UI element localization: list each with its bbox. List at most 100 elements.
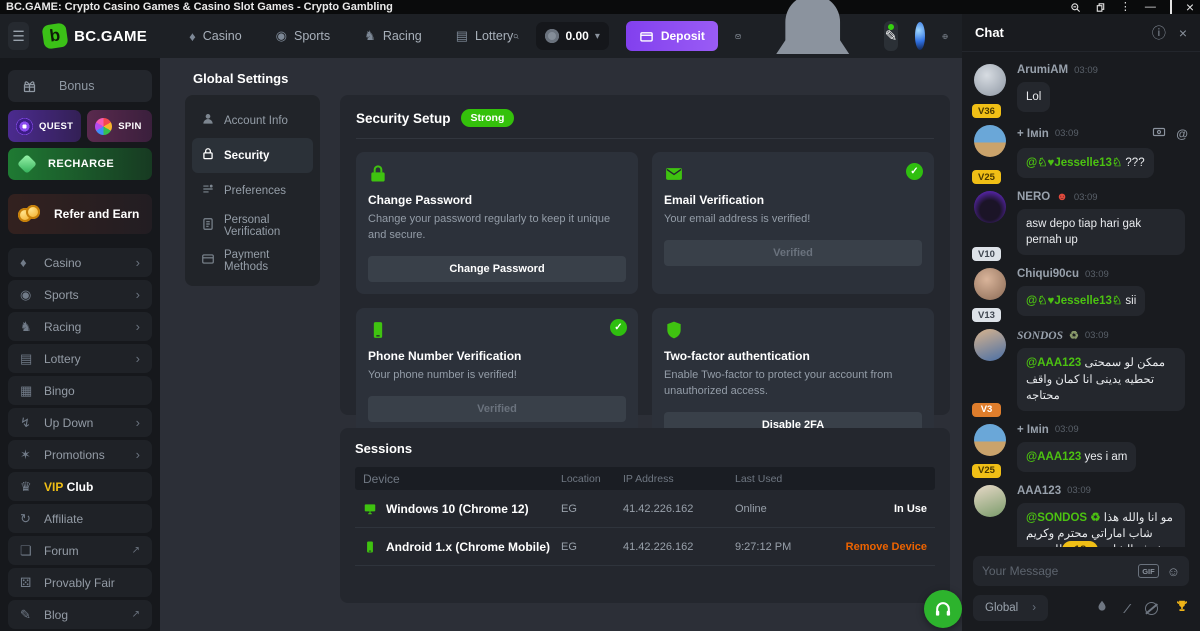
top-nav-sports[interactable]: ◉Sports [276, 28, 330, 44]
card-icon [201, 252, 215, 269]
settings-nav-personal-verification[interactable]: Personal Verification [192, 208, 313, 243]
chat-bubble: @AAA123 ممكن لو سمحتى تحطيه يدينى انا كم… [1017, 348, 1185, 410]
chat-username[interactable]: AAA123 [1017, 485, 1061, 497]
window-close-button[interactable]: × [1186, 0, 1194, 14]
sidebar-item-racing[interactable]: ♞Racing› [8, 312, 152, 341]
chat-channel-selector[interactable]: Global › [973, 595, 1048, 621]
quest-button[interactable]: QUEST [8, 110, 81, 142]
sidebar-item-affiliate[interactable]: ↻Affiliate [8, 504, 152, 533]
security-card-lock: Change PasswordChange your password regu… [356, 152, 638, 294]
window-minimize-button[interactable]: — [1145, 2, 1156, 13]
chat-message-input[interactable] [982, 564, 1130, 578]
change-password-button[interactable]: Change Password [368, 256, 626, 282]
browser-zoom-icon[interactable] [1070, 2, 1081, 13]
smartphone-icon [363, 540, 377, 554]
top-navigation: ♦Casino ◉Sports ♞Racing ▤Lottery [189, 28, 513, 44]
remove-device-button[interactable]: Remove Device [827, 541, 927, 553]
provably-fair-icon: ⚄ [20, 575, 44, 591]
chat-mention[interactable]: @AAA123 [1026, 451, 1081, 463]
sidebar-toggle-button[interactable]: ☰ [8, 22, 29, 50]
mention-at-icon[interactable]: @ [1176, 127, 1188, 141]
top-nav-lottery[interactable]: ▤Lottery [456, 28, 514, 44]
sidebar-item-forum[interactable]: ❏Forum↗ [8, 536, 152, 565]
lottery-icon: ▤ [456, 28, 468, 44]
top-nav-racing[interactable]: ♞Racing [364, 28, 422, 44]
chat-avatar[interactable] [974, 64, 1006, 96]
sidebar-item-promotions[interactable]: ✶Promotions› [8, 440, 152, 469]
bcgame-logo[interactable]: b BC.GAME [43, 24, 147, 48]
chat-close-icon[interactable]: × [1179, 25, 1187, 41]
user-avatar[interactable] [915, 22, 925, 50]
top-nav-casino[interactable]: ♦Casino [189, 28, 242, 44]
recharge-button[interactable]: RECHARGE [8, 148, 152, 180]
session-last-used: Online [735, 503, 827, 515]
chat-avatar[interactable] [974, 485, 1006, 517]
contest-trophy-icon[interactable] [1175, 599, 1189, 618]
sidebar-item-label: Provably Fair [44, 576, 140, 590]
chat-username[interactable]: + Ɩмin [1017, 128, 1049, 140]
settings-nav-preferences[interactable]: Preferences [192, 173, 313, 208]
verified-button: Verified [664, 240, 922, 266]
chat-avatar[interactable] [974, 125, 1006, 157]
chat-username[interactable]: + Ɩмin [1017, 424, 1049, 436]
sidebar-item-up-down[interactable]: ↯Up Down› [8, 408, 152, 437]
settings-nav-account-info[interactable]: Account Info [192, 103, 313, 138]
chat-info-icon[interactable]: ⓘ [1152, 23, 1166, 43]
mail-icon[interactable] [735, 28, 741, 45]
app-header: ☰ b BC.GAME ♦Casino ◉Sports ♞Racing ▤Lotter… [0, 14, 962, 58]
deposit-button[interactable]: Deposit [626, 21, 718, 51]
sidebar-item-sports[interactable]: ◉Sports› [8, 280, 152, 309]
refer-and-earn-button[interactable]: Refer and Earn [8, 194, 152, 234]
chat-avatar[interactable] [974, 424, 1006, 456]
spin-button[interactable]: SPIN [87, 110, 152, 142]
vip-level-badge: V36 [972, 104, 1001, 118]
search-icon[interactable] [513, 28, 519, 45]
chat-text: ??? [1122, 157, 1144, 169]
balance-amount: 0.00 [565, 29, 588, 43]
settings-nav-security[interactable]: Security [192, 138, 313, 173]
support-button[interactable] [924, 590, 962, 628]
wallet-balance-selector[interactable]: 0.00 ▾ [536, 22, 608, 50]
sidebar-item-casino[interactable]: ♦Casino› [8, 248, 152, 277]
browser-menu-icon[interactable]: ⋮ [1120, 2, 1131, 13]
chat-message: V10NERO☻03:09asw depo tiap hari gak pern… [962, 191, 1200, 255]
settings-nav-payment-methods[interactable]: Payment Methods [192, 243, 313, 278]
gift-icon [22, 79, 37, 94]
chat-username[interactable]: ArumiAM [1017, 64, 1068, 76]
session-last-used: 9:27:12 PM [735, 541, 827, 553]
sidebar-item-lottery[interactable]: ▤Lottery› [8, 344, 152, 373]
vip-level-badge: V10 [972, 247, 1001, 261]
chat-avatar[interactable] [974, 329, 1006, 361]
browser-extension-icon[interactable] [1095, 2, 1106, 13]
chat-mention[interactable]: @♘♥Jesselle13♘ [1026, 295, 1122, 307]
username-emoji: ☻ [1056, 191, 1068, 203]
gif-picker-icon[interactable]: GIF [1138, 564, 1159, 578]
chat-mention[interactable]: @AAA123 [1026, 357, 1081, 369]
sidebar-item-provably-fair[interactable]: ⚄Provably Fair [8, 568, 152, 597]
chat-toggle-button[interactable]: ✎ [884, 21, 897, 51]
chat-username[interactable]: NERO [1017, 191, 1050, 203]
sidebar-item-blog[interactable]: ✎Blog↗ [8, 600, 152, 629]
chat-mention[interactable]: @♘♥Jesselle13♘ [1026, 157, 1122, 169]
sidebar-bonus-button[interactable]: Bonus [8, 70, 152, 102]
coin-toggle-icon[interactable] [1145, 602, 1158, 615]
chat-mention[interactable]: @SONDOS ♻ [1026, 512, 1101, 524]
session-device: Windows 10 (Chrome 12) [363, 502, 561, 516]
chat-username[interactable]: SONDOS [1017, 330, 1063, 342]
emoji-picker-icon[interactable]: ☺ [1167, 564, 1180, 579]
sidebar-item-bingo[interactable]: ▦Bingo [8, 376, 152, 405]
window-maximize-button[interactable] [1170, 2, 1172, 13]
page-title: Global Settings [193, 71, 288, 86]
language-globe-icon[interactable] [942, 28, 948, 45]
rain-drop-icon[interactable] [1095, 599, 1109, 618]
chat-avatar[interactable] [974, 268, 1006, 300]
chat-commands-icon[interactable]: ∕ [1126, 601, 1128, 616]
chevron-right-icon: › [136, 287, 140, 302]
settings-nav-label: Personal Verification [224, 214, 304, 238]
chat-avatar[interactable] [974, 191, 1006, 223]
tip-cash-icon[interactable] [1152, 125, 1166, 142]
sports-icon: ◉ [20, 287, 44, 303]
chat-username[interactable]: Chiqui90cu [1017, 268, 1079, 280]
online-dot [888, 24, 894, 30]
sidebar-item-vip-club[interactable]: ♛VIP Club [8, 472, 152, 501]
